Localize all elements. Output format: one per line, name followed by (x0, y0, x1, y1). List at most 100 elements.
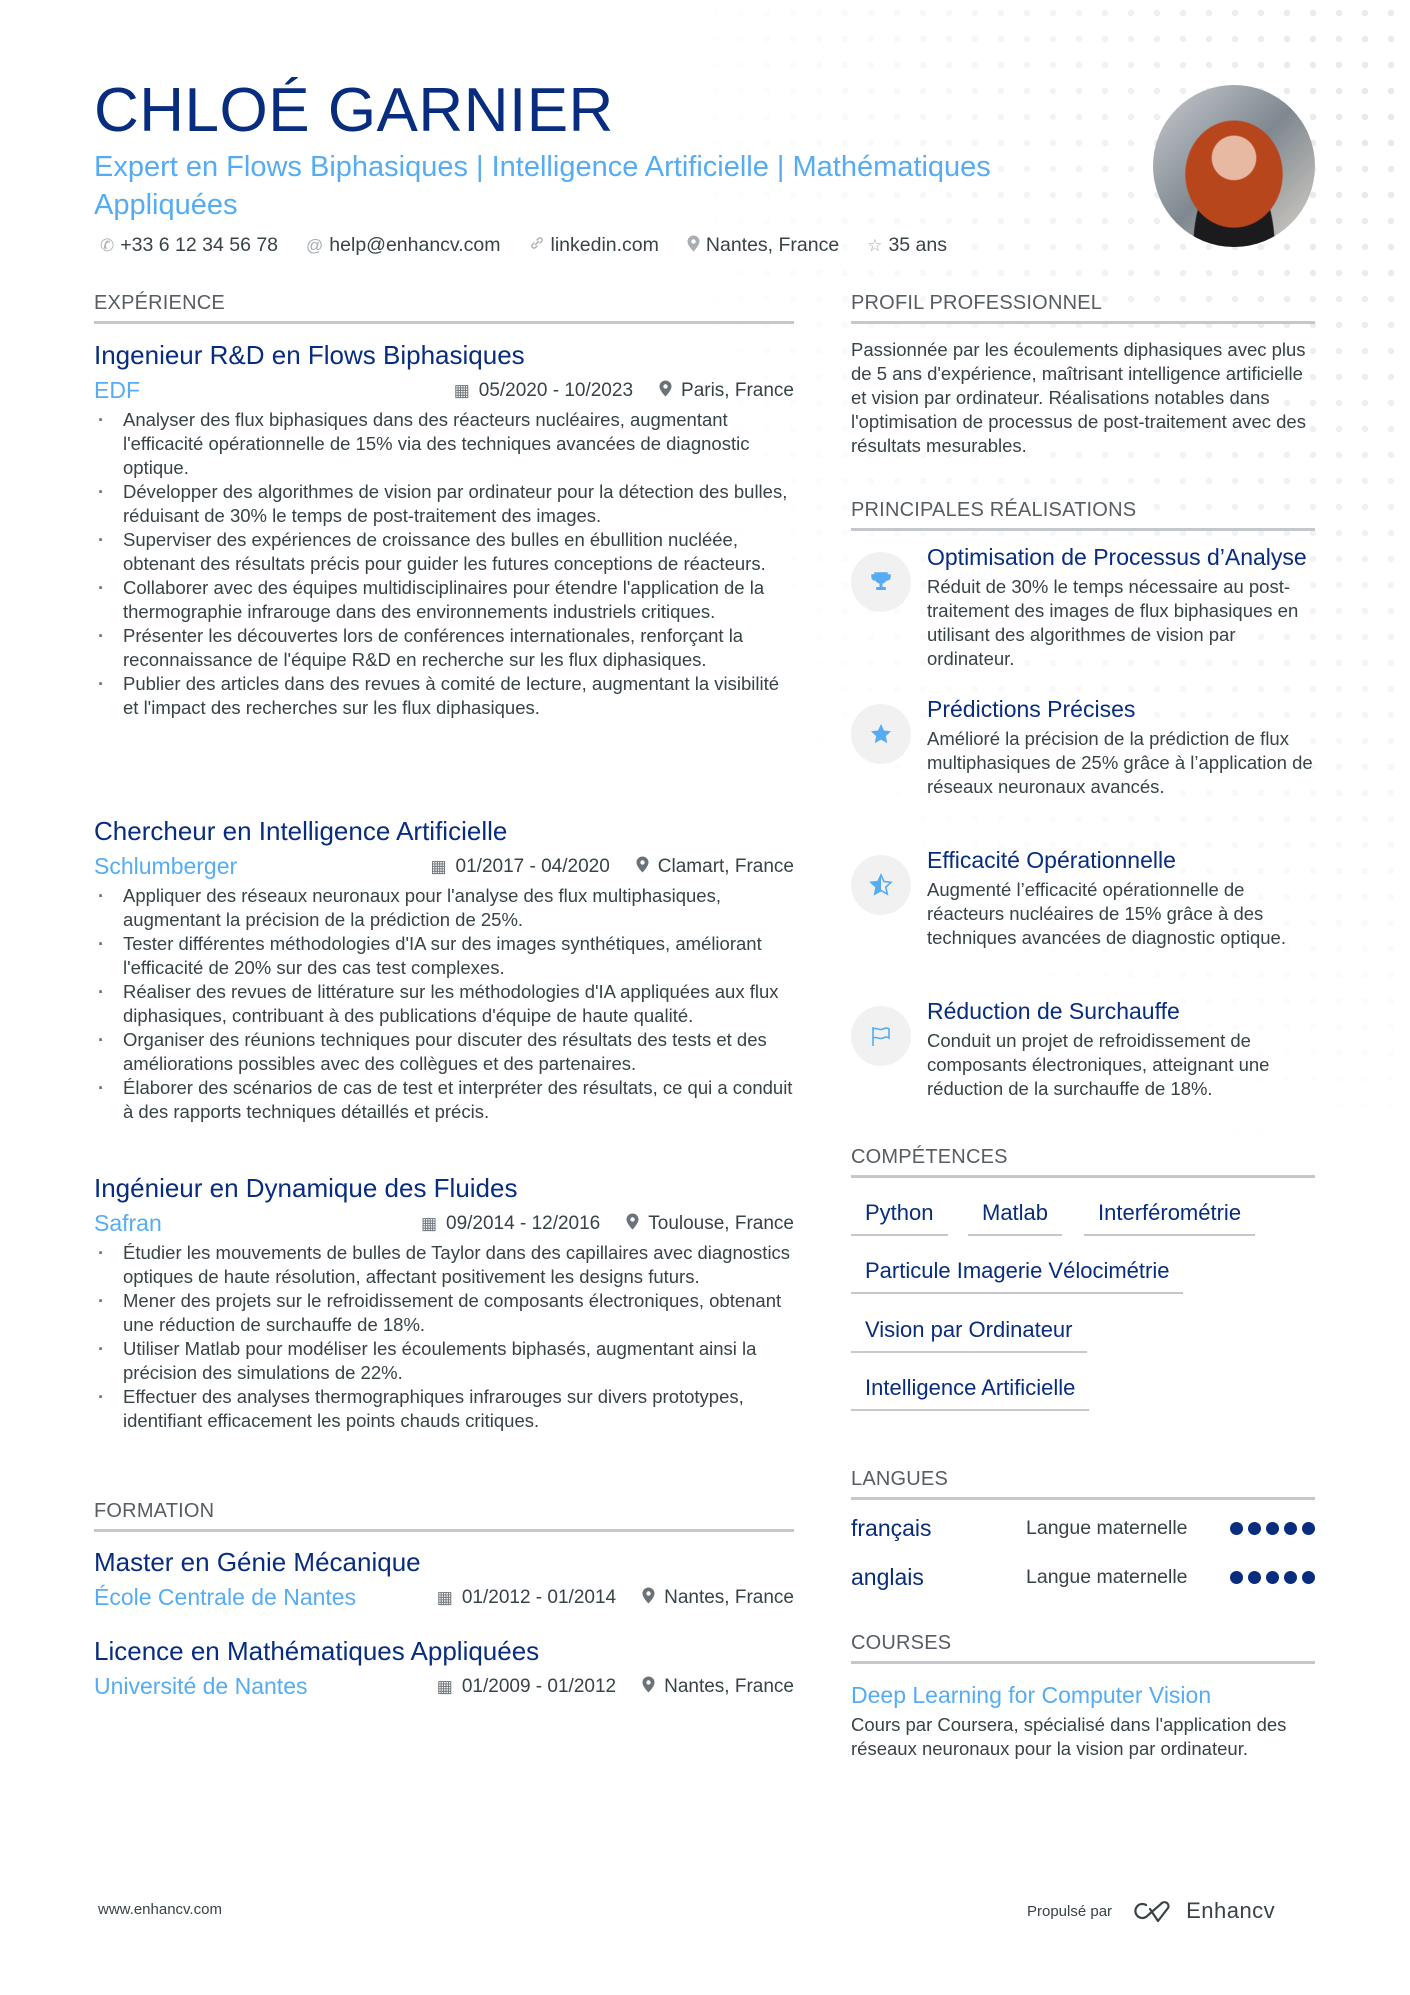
profile-photo (1153, 85, 1315, 247)
language-name: français (851, 1515, 932, 1541)
achievement-item: Réduction de Surchauffe Conduit un proje… (851, 998, 1315, 1101)
job-dates: 09/2014 - 12/2016 (446, 1212, 601, 1234)
rating-dot (1284, 1571, 1297, 1584)
contact-linkedin[interactable]: linkedin.com (529, 234, 659, 257)
enhancv-logo-icon (1134, 1901, 1170, 1923)
achievement-title: Efficacité Opérationnelle (927, 847, 1176, 873)
brand-name: Enhancv (1186, 1898, 1276, 1923)
rating-dot (1230, 1571, 1243, 1584)
rating-dot (1302, 1571, 1315, 1584)
location-pin-icon (626, 1213, 639, 1235)
contact-age: ☆ 35 ans (867, 234, 947, 257)
education-entry: Master en Génie Mécanique École Centrale… (94, 1547, 794, 1611)
calendar-icon: ▦ (453, 380, 470, 400)
language-item: français Langue maternelle (851, 1515, 1315, 1542)
rating-dot (1248, 1571, 1261, 1584)
footer-branding: Propulsé par Enhancv (1027, 1898, 1275, 1924)
achievement-item: Prédictions Précises Amélioré la précisi… (851, 696, 1315, 799)
linkedin-text: linkedin.com (550, 234, 659, 256)
company-name: EDF (94, 377, 140, 403)
language-rating (1230, 1522, 1315, 1535)
bullet-item: Analyser des flux biphasiques dans des r… (94, 408, 794, 480)
section-title-education: FORMATION (94, 1500, 215, 1522)
skill-tag: Matlab (968, 1200, 1063, 1236)
degree-title: Licence en Mathématiques Appliquées (94, 1636, 540, 1666)
link-icon (529, 235, 545, 256)
at-icon: @ (306, 235, 324, 255)
language-level: Langue maternelle (1026, 1517, 1188, 1539)
bullet-item: Utiliser Matlab pour modéliser les écoul… (94, 1337, 794, 1385)
flag-icon (851, 1006, 911, 1066)
job-location: Paris, France (681, 379, 794, 401)
language-item: anglais Langue maternelle (851, 1564, 1315, 1591)
job-title: Ingénieur en Dynamique des Fluides (94, 1173, 518, 1203)
education-location: Nantes, France (664, 1586, 794, 1608)
education-entry: Licence en Mathématiques Appliquées Univ… (94, 1636, 794, 1700)
trophy-icon (851, 552, 911, 612)
bullet-item: Mener des projets sur le refroidissement… (94, 1289, 794, 1337)
school-name: École Centrale de Nantes (94, 1584, 357, 1610)
calendar-icon: ▦ (430, 856, 447, 876)
location-icon (687, 235, 700, 257)
bullet-item: Développer des algorithmes de vision par… (94, 480, 794, 528)
job-bullets: Appliquer des réseaux neuronaux pour l'a… (94, 884, 794, 1124)
education-location: Nantes, France (664, 1675, 794, 1697)
achievement-description: Réduit de 30% le temps nécessaire au pos… (927, 576, 1299, 669)
contact-phone[interactable]: ✆ +33 6 12 34 56 78 (100, 234, 278, 257)
experience-section: EXPÉRIENCE (94, 292, 794, 324)
rating-dot (1302, 1522, 1315, 1535)
degree-title: Master en Génie Mécanique (94, 1547, 421, 1577)
section-divider (851, 1661, 1315, 1664)
star-icon (851, 704, 911, 764)
calendar-icon: ▦ (436, 1676, 453, 1696)
candidate-headline: Expert en Flows Biphasiques | Intelligen… (94, 151, 991, 221)
bullet-item: Réaliser des revues de littérature sur l… (94, 980, 794, 1028)
skill-tag: Intelligence Artificielle (851, 1375, 1090, 1411)
achievement-title: Prédictions Précises (927, 696, 1136, 722)
skill-tag: Python (851, 1200, 948, 1236)
section-title-skills: COMPÉTENCES (851, 1146, 1008, 1168)
achievement-item: Optimisation de Processus d’Analyse Rédu… (851, 544, 1315, 671)
achievement-item: Efficacité Opérationnelle Augmenté l’eff… (851, 847, 1315, 950)
job-location: Clamart, France (657, 855, 794, 877)
job-dates: 01/2017 - 04/2020 (455, 855, 610, 877)
profile-summary: Passionnée par les écoulements diphasiqu… (851, 339, 1306, 456)
bullet-item: Élaborer des scénarios de cas de test et… (94, 1076, 794, 1124)
languages-section: LANGUES (851, 1468, 1315, 1500)
footer-website[interactable]: www.enhancv.com (98, 1901, 222, 1918)
location-pin-icon (642, 1587, 655, 1609)
star-icon: ☆ (867, 235, 883, 255)
calendar-icon: ▦ (420, 1213, 437, 1233)
company-name: Schlumberger (94, 853, 238, 879)
education-dates: 01/2009 - 01/2012 (461, 1675, 617, 1697)
rating-dot (1248, 1522, 1261, 1535)
job-title: Chercheur en Intelligence Artificielle (94, 816, 508, 846)
course-description: Cours par Coursera, spécialisé dans l'ap… (851, 1714, 1287, 1759)
enhancv-logo[interactable]: Enhancv (1132, 1898, 1275, 1924)
section-title-achievements: PRINCIPALES RÉALISATIONS (851, 499, 1137, 521)
job-location: Toulouse, France (648, 1212, 794, 1234)
age-text: 35 ans (888, 234, 948, 256)
bullet-item: Appliquer des réseaux neuronaux pour l'a… (94, 884, 794, 932)
job-bullets: Analyser des flux biphasiques dans des r… (94, 408, 794, 720)
job-entry: Chercheur en Intelligence Artificielle S… (94, 816, 794, 1124)
achievement-description: Augmenté l’efficacité opérationnelle de … (927, 879, 1286, 948)
language-rating (1230, 1571, 1315, 1584)
bullet-item: Étudier les mouvements de bulles de Tayl… (94, 1241, 794, 1289)
bullet-item: Effectuer des analyses thermographiques … (94, 1385, 794, 1433)
skill-tag: Interférométrie (1084, 1200, 1256, 1236)
education-dates: 01/2012 - 01/2014 (461, 1586, 617, 1608)
powered-by-label: Propulsé par (1027, 1902, 1113, 1920)
education-section: FORMATION (94, 1500, 794, 1532)
bullet-item: Tester différentes méthodologies d'IA su… (94, 932, 794, 980)
achievement-title: Réduction de Surchauffe (927, 998, 1180, 1024)
half-star-icon (851, 855, 911, 915)
location-pin-icon (636, 856, 649, 878)
section-title-courses: COURSES (851, 1632, 952, 1654)
location-pin-icon (642, 1676, 655, 1698)
bullet-item: Publier des articles dans des revues à c… (94, 672, 794, 720)
section-divider (94, 1529, 794, 1532)
contact-email[interactable]: @ help@enhancv.com (306, 234, 500, 257)
calendar-icon: ▦ (436, 1587, 453, 1607)
bullet-item: Superviser des expériences de croissance… (94, 528, 794, 576)
